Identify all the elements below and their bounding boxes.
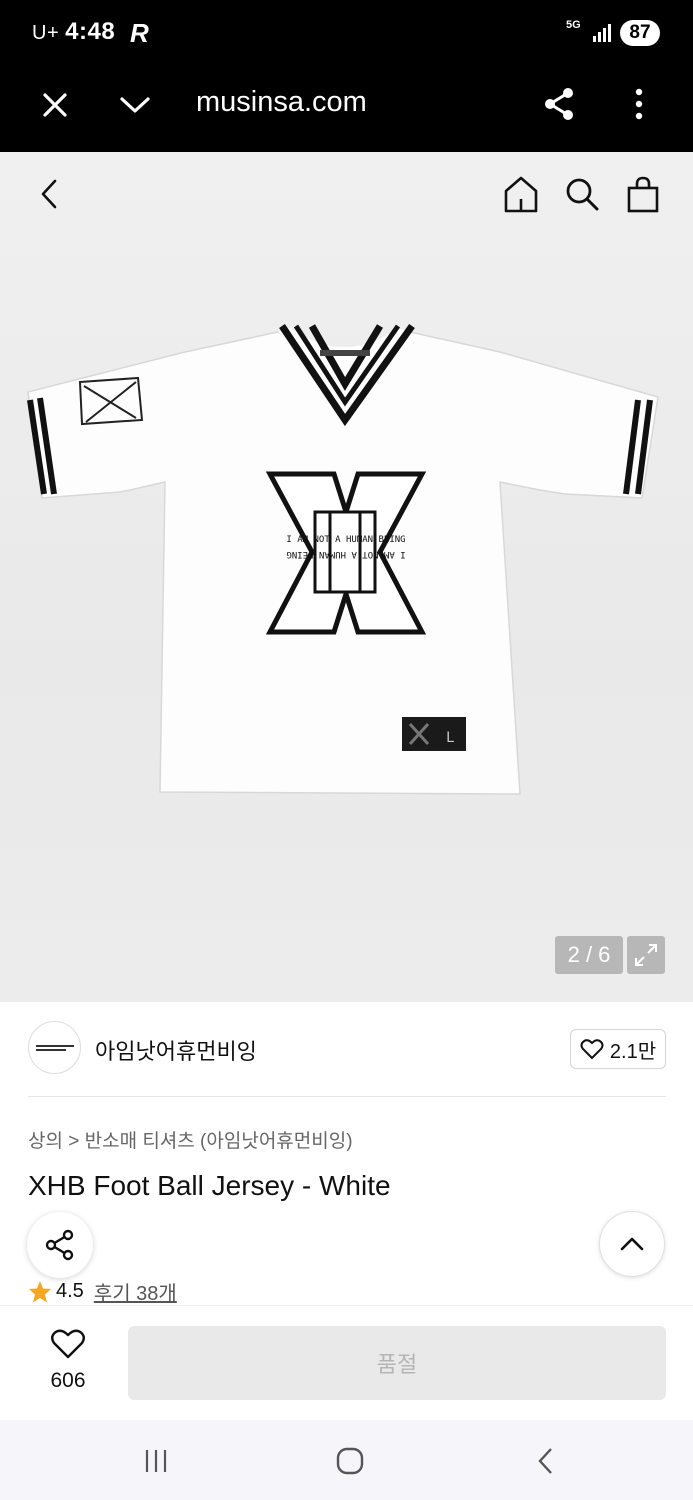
- system-nav-bar: [0, 1420, 693, 1500]
- app-notification-icon: R: [130, 18, 149, 48]
- status-time: U+ 4:48: [32, 18, 116, 45]
- expand-icon[interactable]: [627, 936, 665, 974]
- brand-logo[interactable]: [28, 1021, 81, 1074]
- network-type-icon: 5G: [566, 19, 581, 31]
- home-icon[interactable]: [502, 174, 540, 214]
- more-icon[interactable]: [626, 84, 652, 124]
- rating-row: 4.5 후기 38개: [28, 1277, 177, 1306]
- review-count-link[interactable]: 후기 38개: [94, 1277, 177, 1306]
- signal-icon: [593, 24, 611, 42]
- search-icon[interactable]: [562, 174, 602, 214]
- product-image-gallery[interactable]: I AM NOT A HUMAN BEING I AM NOT A HUMAN …: [0, 152, 693, 1002]
- wishlist-count: 606: [50, 1369, 86, 1392]
- soldout-button[interactable]: 품절: [128, 1326, 666, 1400]
- brand-like-button[interactable]: 2.1만: [570, 1029, 666, 1069]
- wishlist-button[interactable]: 606: [40, 1328, 96, 1393]
- bag-icon[interactable]: [624, 174, 662, 214]
- close-icon[interactable]: [38, 88, 72, 122]
- brand-like-count: 2.1만: [609, 1040, 657, 1063]
- heart-icon: [580, 1039, 604, 1060]
- share-icon[interactable]: [540, 84, 578, 124]
- breadcrumb[interactable]: 상의 > 반소매 티셔츠 (아임낫어휴먼비잉): [28, 1126, 353, 1153]
- brand-name[interactable]: 아임낫어휴먼비잉: [95, 1034, 257, 1066]
- star-icon: [29, 1281, 51, 1303]
- jersey-size-tag: L: [446, 730, 454, 746]
- heart-icon: [51, 1329, 85, 1359]
- browser-toolbar: musinsa.com: [0, 68, 693, 152]
- battery-indicator: 87: [620, 20, 660, 46]
- product-image: I AM NOT A HUMAN BEING I AM NOT A HUMAN …: [27, 323, 659, 795]
- status-bar: U+ 4:48 R 5G 87: [0, 0, 693, 68]
- scroll-top-button[interactable]: [599, 1211, 665, 1277]
- home-nav-icon[interactable]: [332, 1444, 368, 1478]
- recent-apps-icon[interactable]: [140, 1446, 172, 1476]
- back-nav-icon[interactable]: [530, 1444, 560, 1478]
- product-title: XHB Foot Ball Jersey - White: [28, 1170, 391, 1201]
- share-icon: [45, 1229, 74, 1261]
- divider: [28, 1096, 666, 1097]
- image-counter: 2 / 6: [555, 936, 623, 974]
- back-icon[interactable]: [34, 176, 64, 212]
- chevron-down-icon[interactable]: [116, 88, 154, 122]
- jersey-chest-text-mirrored: I AM NOT A HUMAN BEING: [286, 549, 405, 559]
- url-bar[interactable]: musinsa.com: [196, 86, 367, 119]
- rating-value: 4.5: [56, 1280, 84, 1302]
- chevron-up-icon: [620, 1237, 644, 1251]
- jersey-chest-text: I AM NOT A HUMAN BEING: [286, 535, 405, 545]
- share-button[interactable]: [27, 1212, 93, 1278]
